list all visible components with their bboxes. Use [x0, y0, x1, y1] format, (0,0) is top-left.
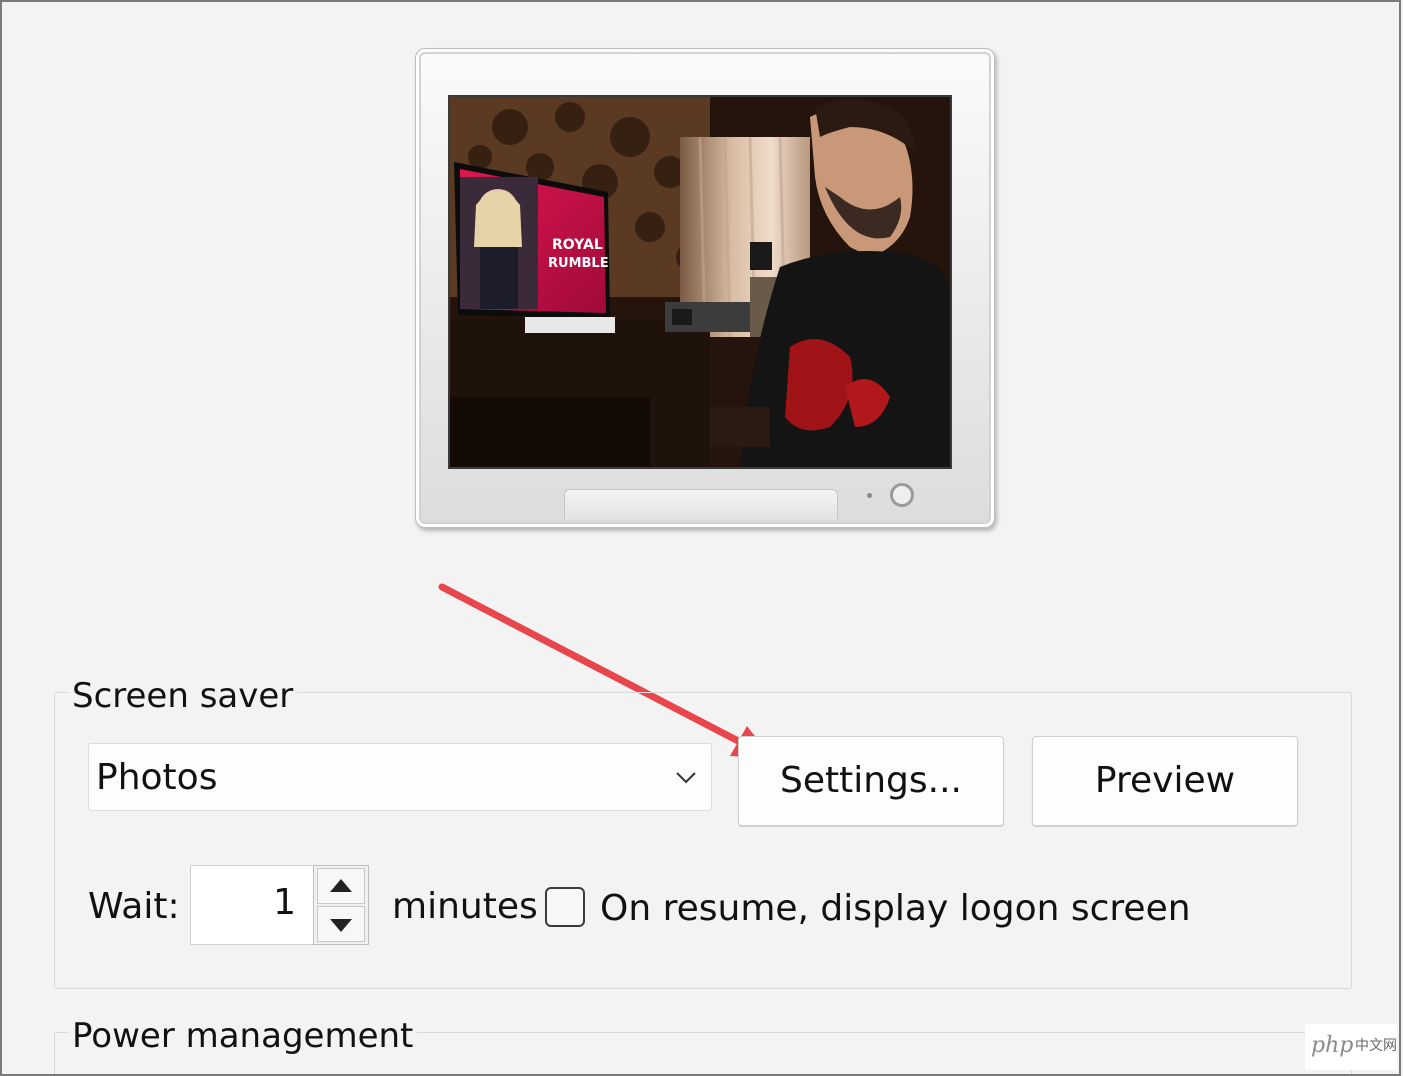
screen-saver-dropdown[interactable]: Photos — [88, 743, 712, 811]
watermark-suffix: 中文网 — [1355, 1038, 1397, 1054]
arrow-down-icon — [330, 919, 352, 932]
wait-minutes-input[interactable]: 1 — [190, 865, 314, 945]
tv-text-royal: ROYAL — [552, 237, 603, 253]
monitor-preview: ROYAL RUMBLE — [415, 48, 995, 528]
chevron-down-icon — [676, 772, 696, 784]
screen-saver-selected-value: Photos — [96, 757, 218, 798]
monitor-base — [564, 489, 838, 520]
screen-saver-settings-dialog: ROYAL RUMBLE Screen saver Photos Setting… — [0, 0, 1401, 1076]
minutes-label: minutes — [392, 886, 538, 927]
spin-up-button[interactable] — [317, 868, 365, 904]
preview-screen: ROYAL RUMBLE — [448, 95, 952, 469]
preview-button[interactable]: Preview — [1032, 736, 1298, 826]
power-management-group-label: Power management — [68, 1016, 418, 1056]
preview-photo: ROYAL RUMBLE — [450, 97, 950, 467]
arrow-up-icon — [330, 879, 352, 892]
settings-button[interactable]: Settings... — [738, 736, 1004, 826]
monitor-led-icon — [867, 493, 872, 498]
screen-saver-group-label: Screen saver — [68, 676, 298, 716]
logon-screen-checkbox[interactable] — [545, 887, 585, 927]
spin-down-button[interactable] — [317, 906, 365, 942]
logon-screen-checkbox-label[interactable]: On resume, display logon screen — [600, 888, 1191, 930]
monitor-power-icon — [890, 483, 914, 507]
wait-minutes-value: 1 — [273, 882, 296, 923]
watermark-brand: php — [1311, 1033, 1354, 1058]
wait-minutes-spinner — [313, 865, 369, 945]
wait-label: Wait: — [88, 886, 180, 927]
php-watermark-logo: php 中文网 — [1305, 1024, 1397, 1070]
tv-text-rumble: RUMBLE — [548, 256, 609, 271]
